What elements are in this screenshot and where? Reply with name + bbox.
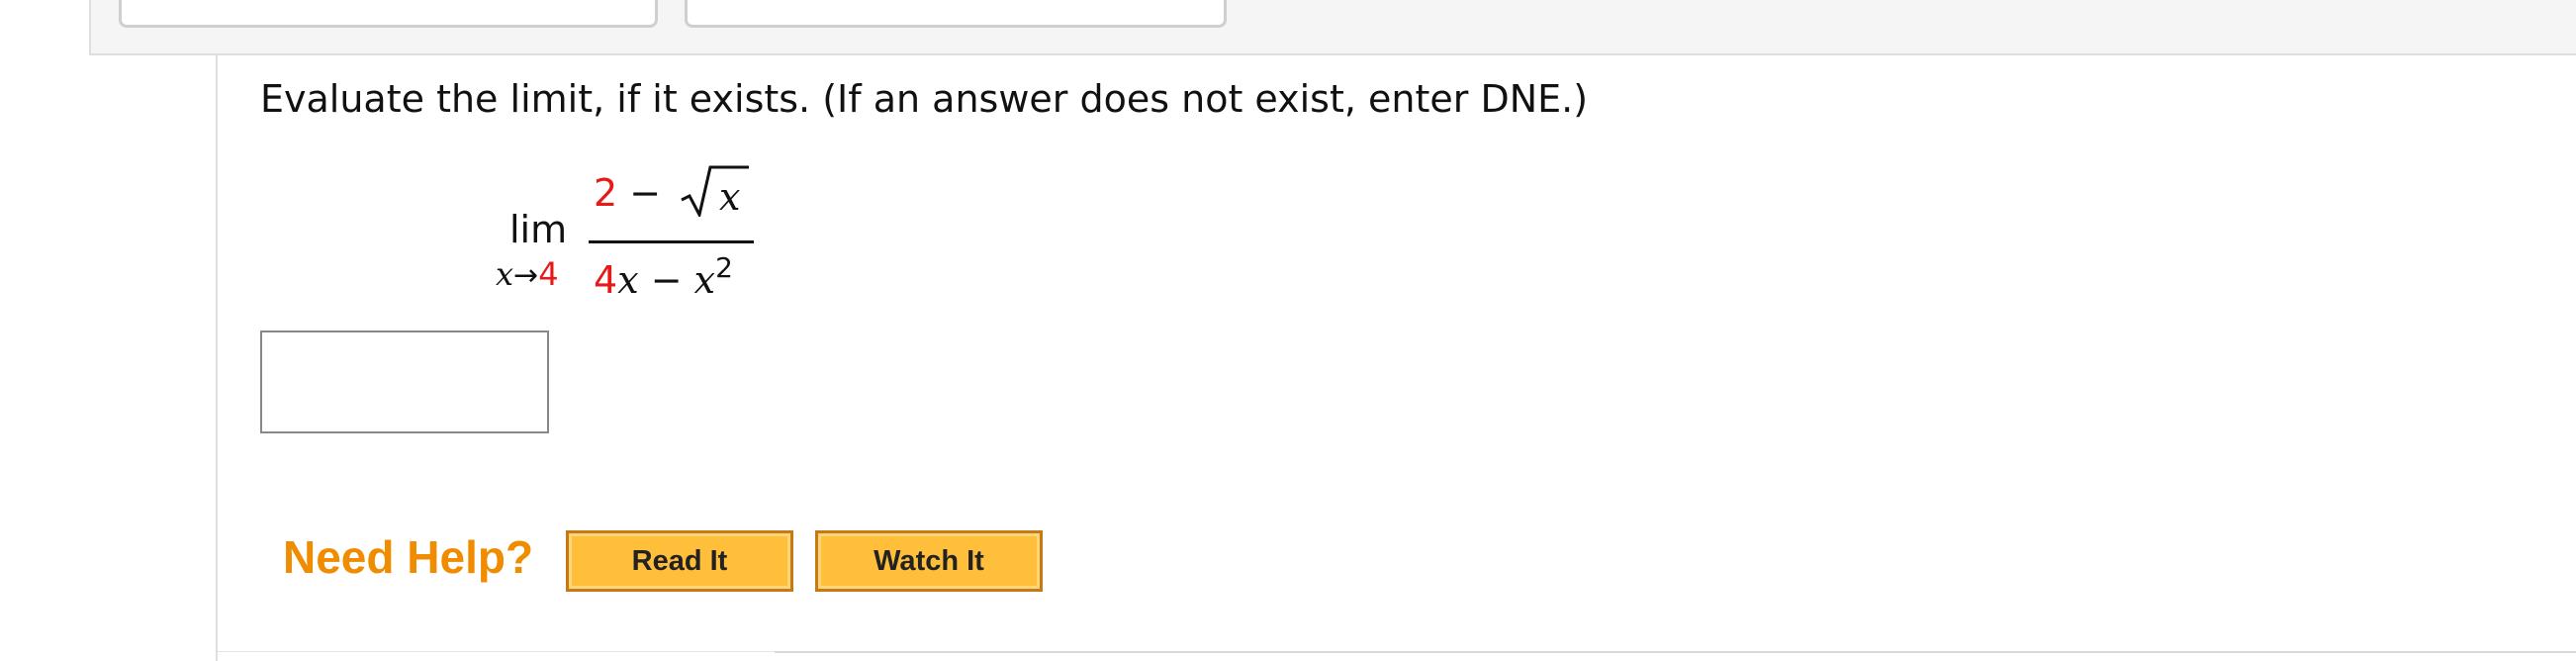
watch-it-button[interactable]: Watch It bbox=[815, 530, 1043, 592]
arrow-icon: → bbox=[513, 258, 539, 293]
denominator-minus: − bbox=[650, 258, 683, 302]
toolbar-box-left[interactable] bbox=[119, 0, 658, 28]
need-help-label: Need Help? bbox=[283, 531, 534, 583]
denominator-variable-2: x bbox=[693, 258, 716, 302]
limit-subscript: x→4 bbox=[496, 255, 559, 293]
denominator-exponent: 2 bbox=[715, 251, 733, 284]
numerator-constant: 2 bbox=[594, 171, 618, 215]
bottom-divider-left bbox=[218, 651, 775, 652]
approach-value: 4 bbox=[538, 255, 559, 293]
fraction-bar bbox=[589, 240, 754, 243]
fraction-denominator: 4x − x2 bbox=[594, 251, 733, 302]
denominator-coefficient: 4 bbox=[594, 258, 618, 302]
numerator-minus: − bbox=[629, 171, 662, 215]
limit-expression: lim x→4 2 − x 4x − x2 bbox=[490, 163, 767, 312]
denominator-variable-1: x bbox=[617, 258, 639, 302]
answer-input[interactable] bbox=[260, 330, 549, 433]
square-root-icon: x bbox=[681, 165, 749, 217]
subscript-variable: x bbox=[496, 255, 514, 293]
lim-label: lim bbox=[509, 208, 568, 251]
toolbar-box-right[interactable] bbox=[685, 0, 1227, 28]
read-it-button[interactable]: Read It bbox=[566, 530, 793, 592]
sqrt-variable: x bbox=[719, 175, 740, 217]
fraction-numerator: 2 − bbox=[594, 171, 661, 215]
top-toolbar bbox=[89, 0, 2576, 55]
question-prompt: Evaluate the limit, if it exists. (If an… bbox=[260, 77, 1589, 121]
bottom-divider bbox=[775, 651, 2576, 653]
